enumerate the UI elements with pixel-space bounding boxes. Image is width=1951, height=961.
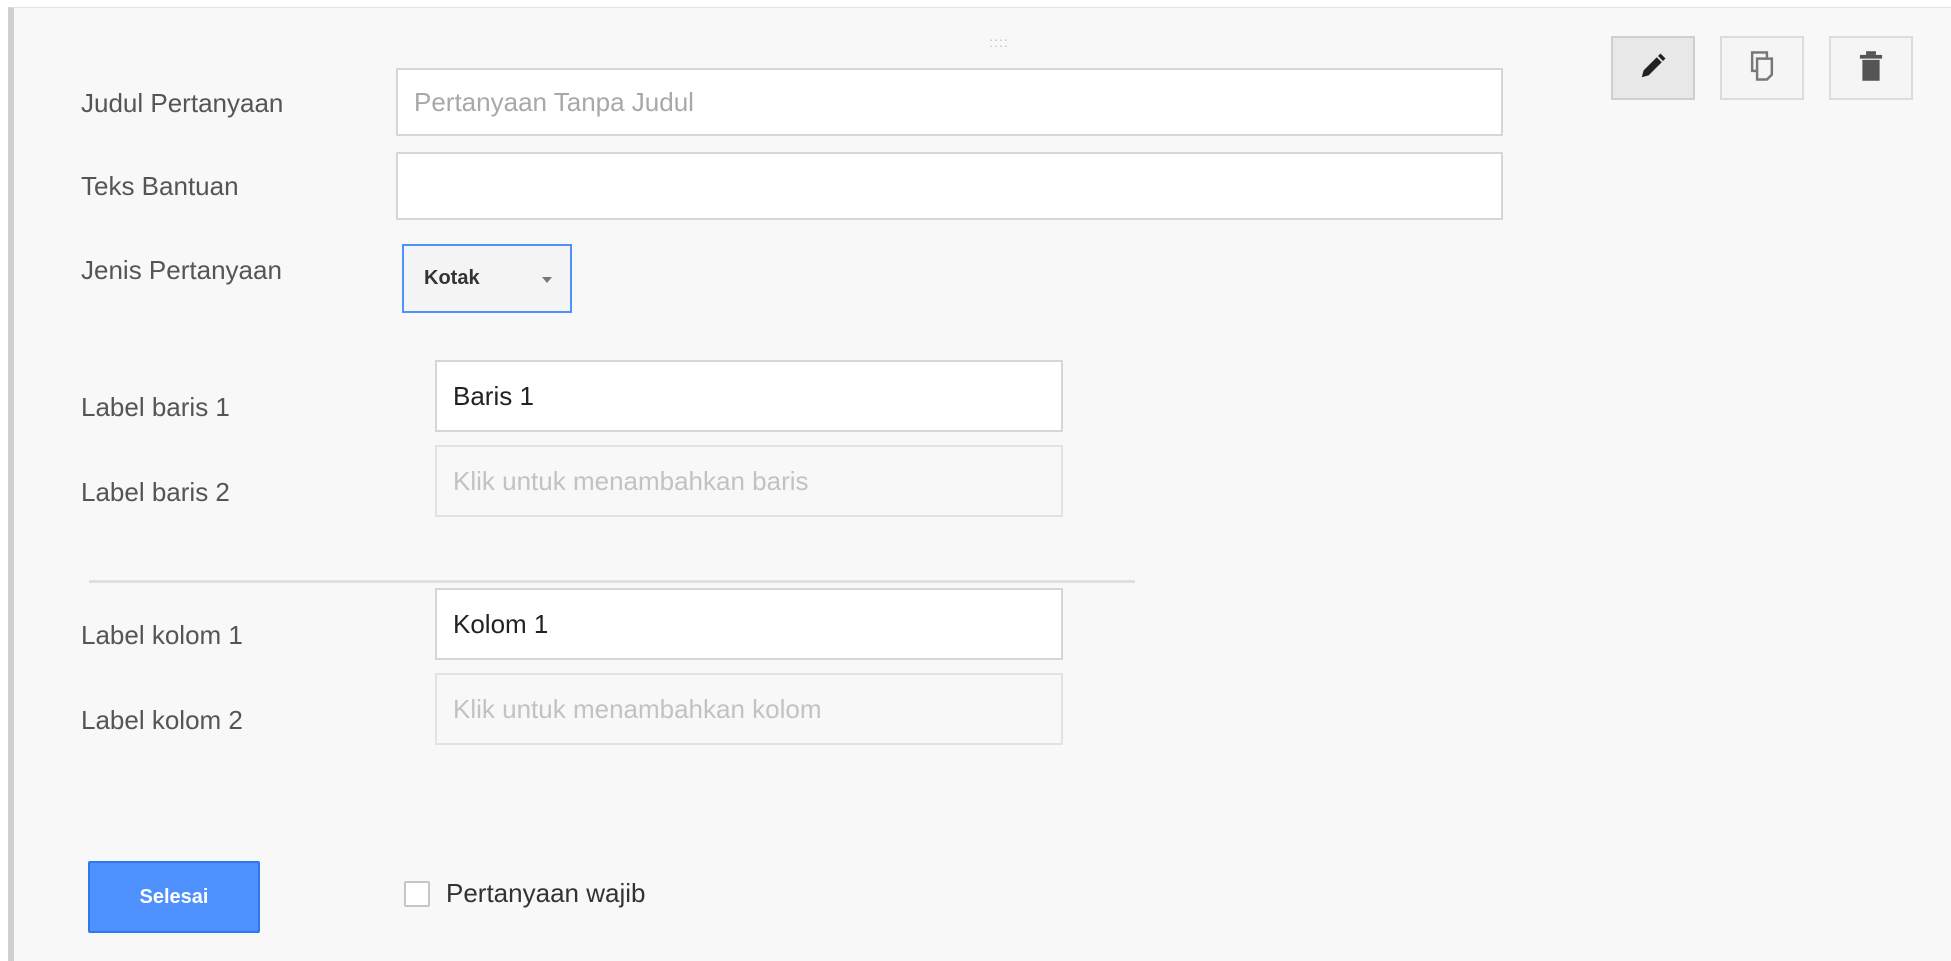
- question-type-label: Jenis Pertanyaan: [81, 255, 282, 285]
- question-type-value: Kotak: [424, 267, 480, 289]
- required-checkbox[interactable]: [404, 880, 430, 907]
- row-input-1[interactable]: [435, 360, 1063, 432]
- required-label: Pertanyaan wajib: [446, 878, 646, 908]
- chevron-down-icon: [542, 277, 552, 283]
- column-input-2[interactable]: [435, 673, 1063, 745]
- row-input-2[interactable]: [435, 445, 1063, 517]
- trash-icon: [1857, 50, 1885, 87]
- duplicate-button[interactable]: [1720, 36, 1804, 100]
- done-button[interactable]: Selesai: [88, 861, 260, 933]
- column-input-1[interactable]: [435, 588, 1063, 660]
- column-label-1: Label kolom 1: [81, 620, 243, 650]
- title-label: Judul Pertanyaan: [81, 88, 284, 118]
- delete-button[interactable]: [1829, 36, 1913, 100]
- question-editor-card: :::: Judul Pertanyaan Teks B: [8, 7, 1951, 961]
- help-text-label: Teks Bantuan: [81, 171, 239, 201]
- title-input[interactable]: [396, 68, 1503, 136]
- question-type-dropdown[interactable]: Kotak: [402, 244, 572, 313]
- pencil-icon: [1638, 51, 1668, 86]
- column-label-2: Label kolom 2: [81, 705, 243, 735]
- row-label-1: Label baris 1: [81, 392, 230, 422]
- copy-icon: [1747, 50, 1777, 87]
- drag-handle[interactable]: ::::: [969, 35, 1029, 49]
- row-label-2: Label baris 2: [81, 477, 230, 507]
- edit-button[interactable]: [1611, 36, 1695, 100]
- section-divider: [89, 580, 1135, 583]
- help-text-input[interactable]: [396, 152, 1503, 220]
- required-toggle[interactable]: Pertanyaan wajib: [404, 878, 645, 909]
